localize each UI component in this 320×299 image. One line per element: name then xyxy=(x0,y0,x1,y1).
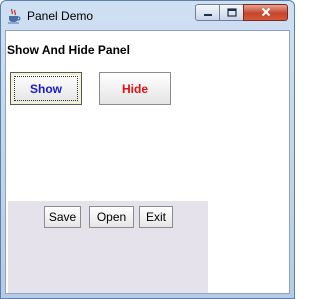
page-title: Show And Hide Panel xyxy=(7,43,130,57)
content-area: Show And Hide Panel Show Hide Save Open … xyxy=(5,30,290,294)
java-cup-icon[interactable] xyxy=(7,8,21,24)
open-button-label: Open xyxy=(96,210,127,224)
hide-button[interactable]: Hide xyxy=(99,72,171,105)
title-bar[interactable]: Panel Demo xyxy=(1,1,294,30)
save-button-label: Save xyxy=(48,210,77,224)
window-title: Panel Demo xyxy=(27,9,94,23)
close-icon xyxy=(261,4,271,22)
exit-button[interactable]: Exit xyxy=(139,206,173,228)
save-button[interactable]: Save xyxy=(44,206,81,228)
exit-button-label: Exit xyxy=(145,210,166,224)
close-button[interactable] xyxy=(243,4,288,21)
maximize-button[interactable] xyxy=(219,4,244,21)
show-button[interactable]: Show xyxy=(10,72,82,105)
open-button[interactable]: Open xyxy=(89,206,134,228)
maximize-icon xyxy=(226,4,237,22)
hide-button-label: Hide xyxy=(121,81,148,96)
app-window: Panel Demo Show And Hide Panel Show Hide xyxy=(0,0,295,299)
minimize-icon xyxy=(203,4,213,22)
show-button-label: Show xyxy=(30,81,62,96)
button-panel: Save Open Exit xyxy=(8,201,208,293)
minimize-button[interactable] xyxy=(195,4,220,21)
